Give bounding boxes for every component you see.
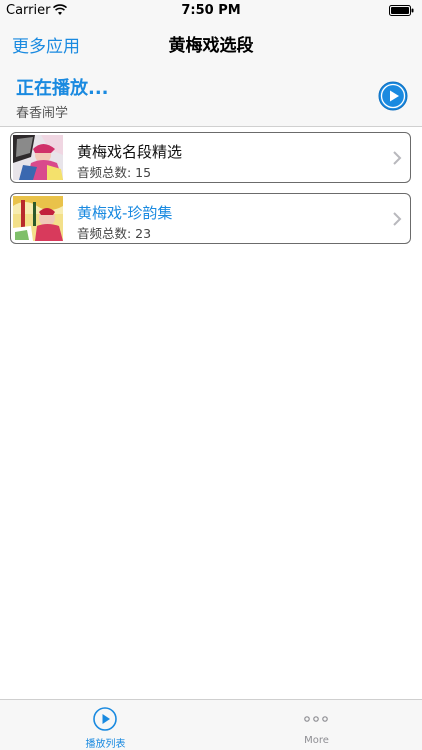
playlist-count: 音频总数: 15	[77, 165, 152, 180]
chevron-right-icon	[393, 151, 402, 165]
now-playing-title: 正在播放...	[16, 78, 109, 99]
status-bar: Carrier 7:50 PM	[0, 0, 422, 22]
page-title: 黄梅戏选段	[168, 36, 254, 56]
playlist-thumbnail	[13, 196, 63, 241]
playlist-item[interactable]: 黄梅戏名段精选 音频总数: 15	[10, 132, 411, 183]
play-circle-icon	[93, 707, 117, 731]
tab-label: 播放列表	[85, 739, 126, 750]
play-button-icon[interactable]	[378, 81, 408, 111]
chevron-right-icon	[393, 212, 402, 226]
battery-icon	[389, 5, 414, 16]
tab-more[interactable]: More	[211, 700, 422, 750]
tab-playlist[interactable]: 播放列表	[0, 700, 211, 750]
navigation-bar: 更多应用 黄梅戏选段	[0, 22, 422, 64]
more-dots-icon	[304, 716, 328, 722]
tab-bar: 播放列表 More	[0, 699, 422, 750]
status-time: 7:50 PM	[181, 3, 241, 18]
playlist-title: 黄梅戏-珍韵集	[77, 204, 173, 222]
tab-label: More	[304, 735, 329, 746]
playlist-count: 音频总数: 23	[77, 226, 152, 241]
now-playing-panel[interactable]: 正在播放... 春香闹学	[0, 64, 422, 127]
playlist-item[interactable]: 黄梅戏-珍韵集 音频总数: 23	[10, 193, 411, 244]
playlist-thumbnail	[13, 135, 63, 180]
now-playing-track: 春香闹学	[16, 106, 69, 121]
app-screen: Carrier 7:50 PM 更多应用 黄梅戏选段 正在播放... 春香闹学	[0, 0, 422, 750]
playlist-title: 黄梅戏名段精选	[77, 143, 183, 161]
